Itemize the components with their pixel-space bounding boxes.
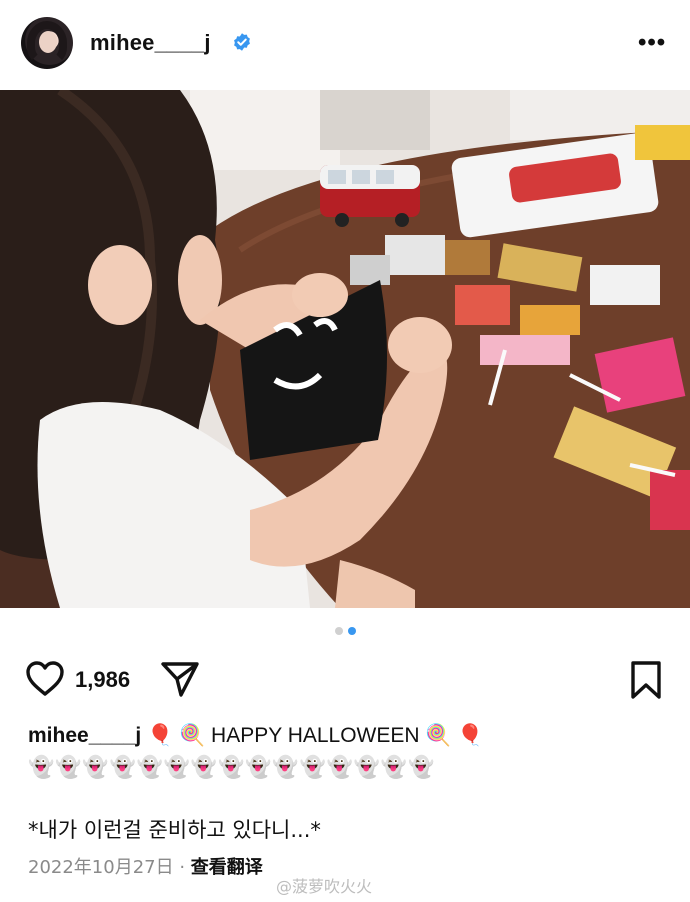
- like-count[interactable]: 1,986: [75, 667, 130, 693]
- bookmark-icon[interactable]: [628, 660, 664, 700]
- caption: mihee____j 🎈 🍭 HAPPY HALLOWEEN 🍭 🎈: [28, 720, 668, 751]
- carousel-dot-active: [347, 627, 356, 635]
- footer-separator: ·: [173, 857, 191, 878]
- carousel-dot: [334, 627, 343, 635]
- caption-note: *내가 이런걸 준비하고 있다니...*: [28, 818, 321, 842]
- action-bar: 1,986: [0, 656, 690, 706]
- avatar[interactable]: [21, 17, 73, 69]
- send-icon[interactable]: [160, 660, 200, 698]
- verified-badge-icon: [234, 33, 250, 51]
- post-header: mihee____j •••: [0, 0, 690, 90]
- caption-username[interactable]: mihee____j: [28, 724, 141, 747]
- heart-icon[interactable]: [25, 660, 65, 698]
- carousel-indicator: [0, 627, 690, 639]
- translate-link[interactable]: 查看翻译: [191, 857, 263, 878]
- post-footer: 2022年10月27日 · 查看翻译: [28, 853, 263, 879]
- caption-emoji-line: 👻👻👻👻👻👻👻👻👻👻👻👻👻👻👻: [28, 755, 436, 779]
- watermark: @菠萝吹火火: [276, 877, 373, 896]
- post-username[interactable]: mihee____j: [90, 30, 211, 56]
- more-dots-icon[interactable]: •••: [638, 31, 666, 55]
- caption-text: 🎈 🍭 HAPPY HALLOWEEN 🍭 🎈: [141, 724, 484, 747]
- post-photo[interactable]: [0, 90, 690, 608]
- post-date: 2022年10月27日: [28, 857, 174, 878]
